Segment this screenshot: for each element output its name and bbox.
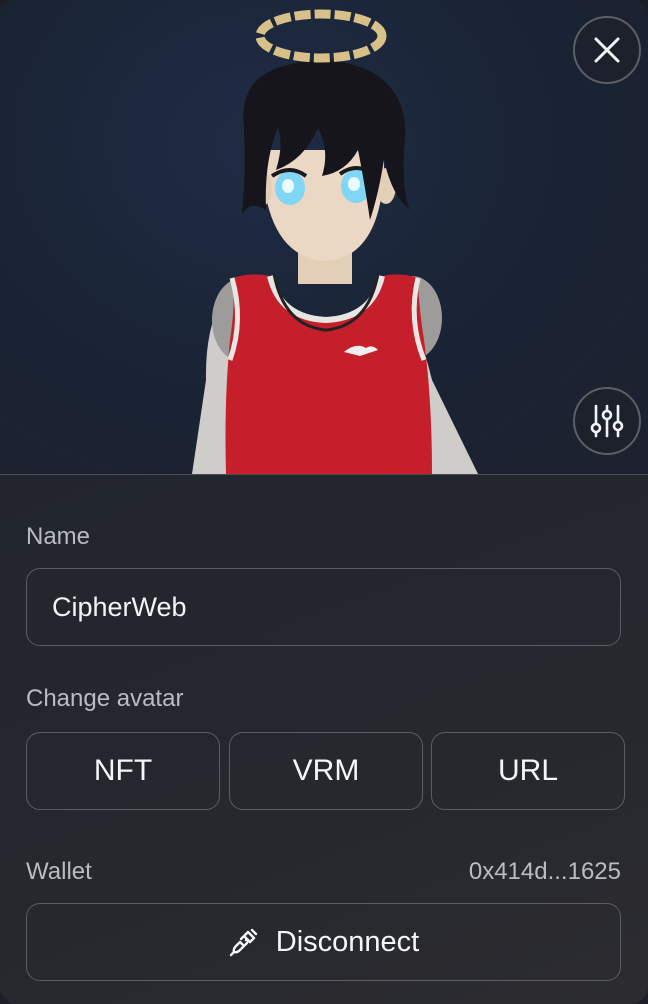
url-button[interactable]: URL [431,732,625,810]
nft-button[interactable]: NFT [26,732,220,810]
jersey [225,274,432,474]
sliders-icon [590,404,624,438]
close-icon [594,37,620,63]
change-avatar-label: Change avatar [26,685,184,712]
name-input[interactable] [26,568,621,646]
wallet-label: Wallet [26,858,92,885]
avatar-panel: Name Change avatar NFT VRM URL Wallet 0x… [0,0,648,1004]
disconnect-label: Disconnect [275,925,420,958]
avatar-model [192,9,478,474]
close-button[interactable] [573,16,641,84]
halo [255,9,387,63]
right-eye-shine [348,177,360,191]
vrm-button[interactable]: VRM [229,732,423,810]
unplug-icon [229,928,257,957]
wallet-address: 0x414d...1625 [468,858,621,885]
avatar-preview[interactable] [0,0,648,474]
disconnect-button[interactable]: Disconnect [26,903,621,981]
profile-form: Name Change avatar NFT VRM URL Wallet 0x… [0,475,648,1004]
left-eye-shine [282,179,294,193]
avatar-settings-button[interactable] [573,387,641,455]
name-label: Name [26,523,91,550]
